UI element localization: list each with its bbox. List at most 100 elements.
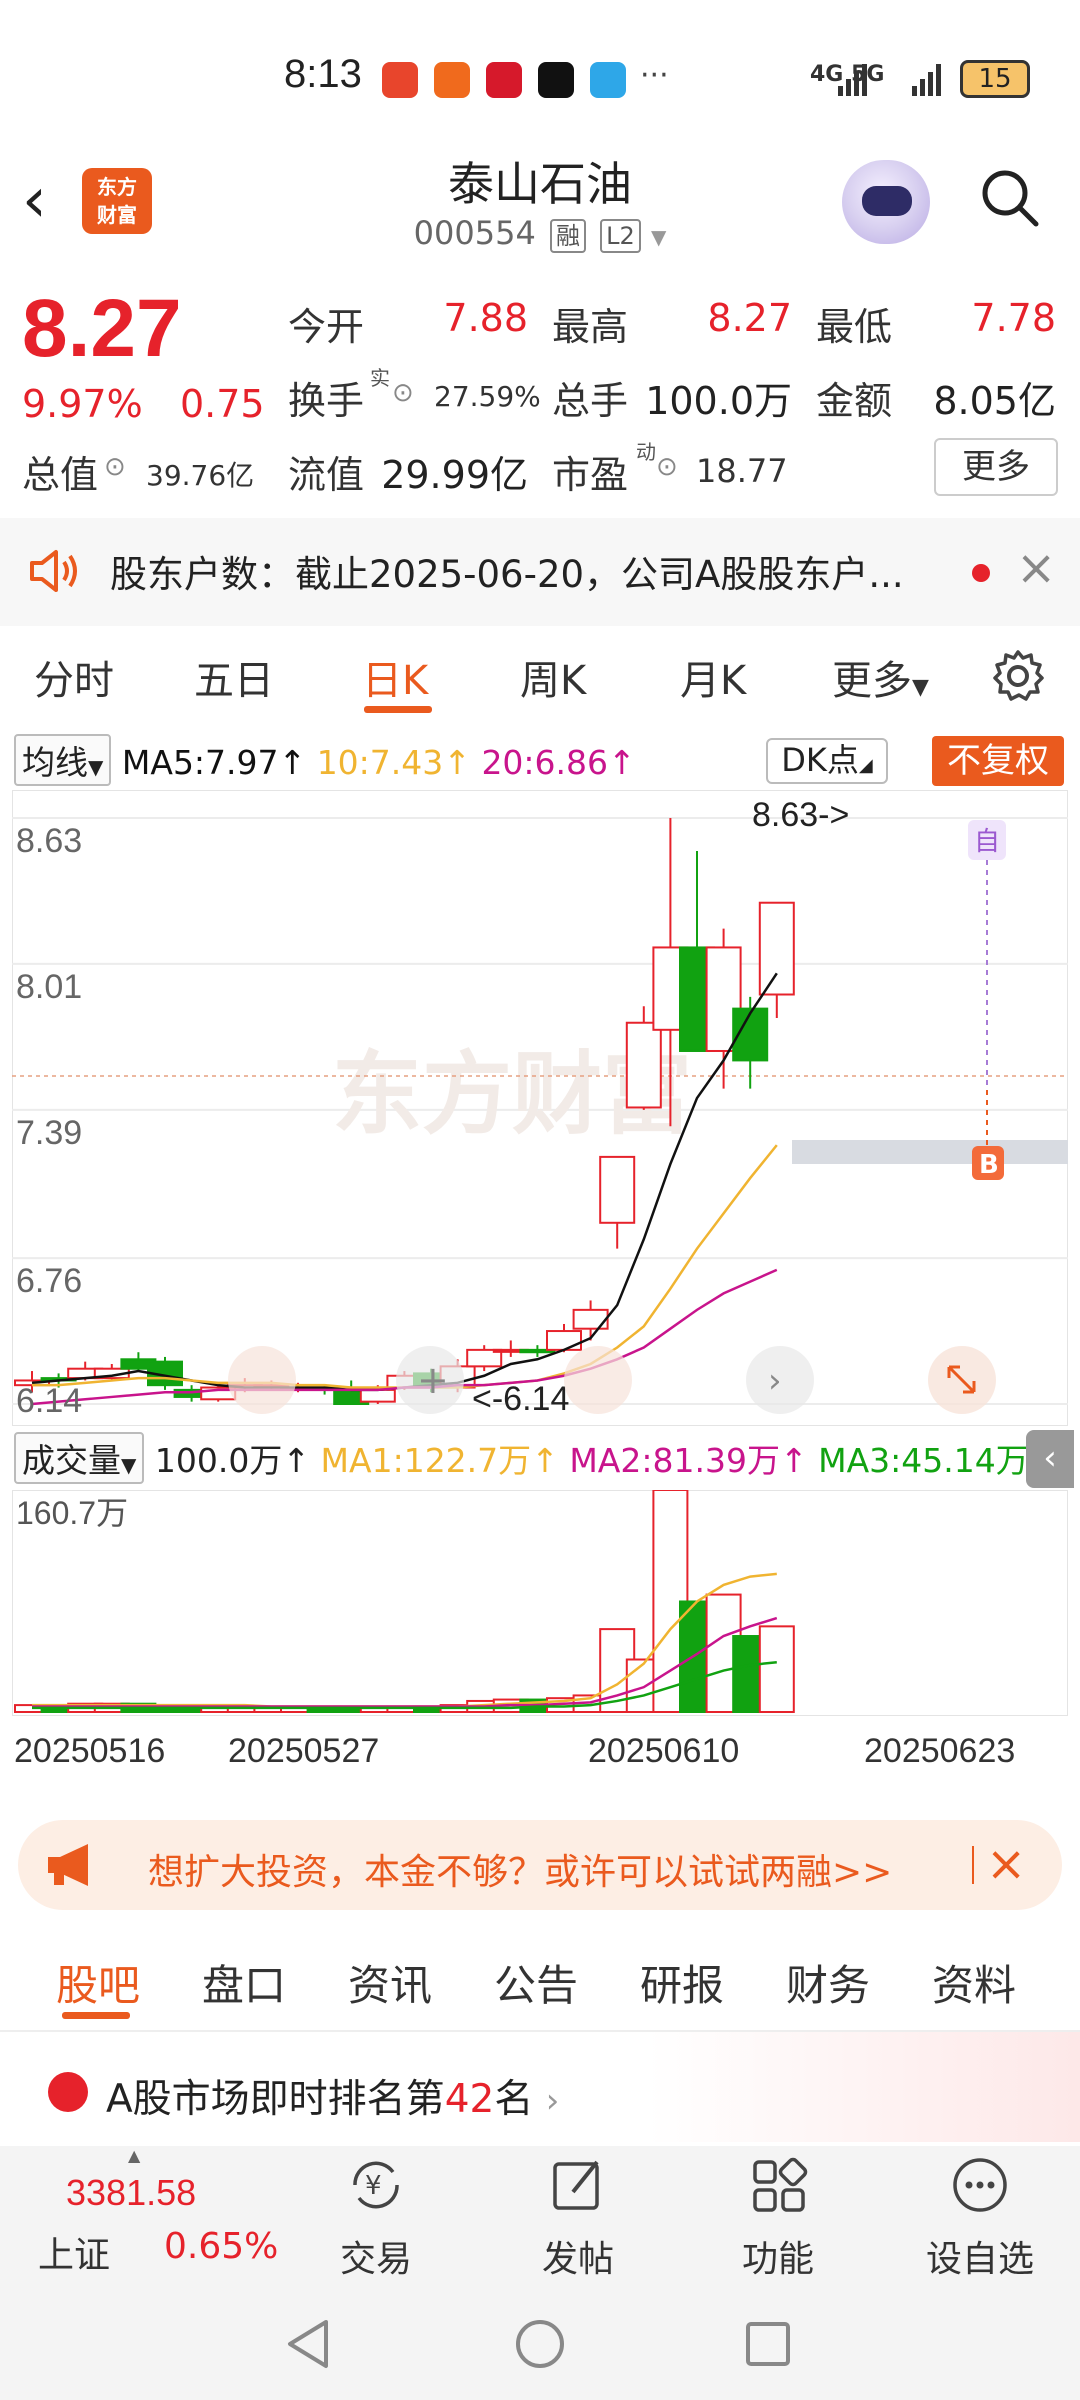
dk-point-button[interactable]: DK点◢ xyxy=(766,738,888,784)
vol-ma3-legend: MA3:45.14万 xyxy=(818,1441,1029,1480)
rank-prefix: A股市场即时排名第 xyxy=(106,2077,445,2122)
notification-app-icon xyxy=(590,62,626,98)
signal-bars-icon xyxy=(912,64,941,96)
margin-tag: 融 xyxy=(549,219,586,253)
speaker-icon xyxy=(30,550,77,592)
robot-icon xyxy=(862,186,912,216)
add-watchlist-label: 设自选 xyxy=(925,2239,1034,2280)
volume-chart[interactable]: 160.7万 xyxy=(12,1490,1068,1716)
trade-button[interactable]: ¥ 交易 xyxy=(306,2154,446,2282)
tab-more[interactable]: 更多▼ xyxy=(832,648,929,706)
change-value: 0.75 xyxy=(180,382,265,426)
gear-icon[interactable] xyxy=(990,648,1046,704)
amount-value: 8.05亿 xyxy=(933,379,1056,423)
open-value: 7.88 xyxy=(443,296,528,340)
level2-tag[interactable]: L2 xyxy=(600,219,641,253)
expand-up-icon[interactable]: ▲ xyxy=(128,2146,140,2165)
rank-text[interactable]: A股市场即时排名第42名 › xyxy=(106,2068,559,2124)
info-icon[interactable]: ⊙ xyxy=(656,452,678,482)
tab-daily-k[interactable]: 日K xyxy=(362,648,428,706)
notice-text[interactable]: 股东户数：截止2025-06-20，公司A股股东户... xyxy=(110,544,930,598)
tab-announcements[interactable]: 公告 xyxy=(494,1952,578,2013)
promo-text[interactable]: 想扩大投资，本金不够？或许可以试试两融>> xyxy=(148,1843,892,1895)
ma-type-select[interactable]: 均线▼ xyxy=(14,734,112,786)
close-icon[interactable]: × xyxy=(986,1836,1026,1892)
svg-text:¥: ¥ xyxy=(365,2171,382,2201)
info-icon[interactable]: ⊙ xyxy=(392,378,414,408)
more-dots-icon xyxy=(953,2158,1007,2212)
up-arrow-icon: ↑ xyxy=(779,1441,808,1480)
min-price-label: <-6.14 xyxy=(472,1380,569,1418)
adjustment-button[interactable]: 不复权 xyxy=(932,736,1064,786)
ma20-legend: 20:6.86 xyxy=(481,743,609,782)
zoom-out-button[interactable] xyxy=(564,1346,632,1414)
high-label: 最高 xyxy=(552,305,629,349)
pe-value: 18.77 xyxy=(696,452,788,490)
kline-chart[interactable]: 东方财富 8.638.017.396.766.14 8.63-> <-6.14 … xyxy=(12,790,1068,1426)
promo-divider xyxy=(972,1846,974,1884)
tab-five-day[interactable]: 五日 xyxy=(194,648,274,706)
up-arrow-icon: ↑ xyxy=(443,743,471,782)
indicator-select[interactable]: 成交量▼ xyxy=(14,1432,145,1484)
chevron-down-icon: ▼ xyxy=(912,675,929,700)
ma-type-label: 均线 xyxy=(22,743,88,782)
more-notifications-icon: ··· xyxy=(640,58,669,93)
notification-app-icon xyxy=(382,62,418,98)
tab-financials[interactable]: 财务 xyxy=(786,1952,870,2013)
ma5-line xyxy=(31,972,778,1392)
chevron-down-icon[interactable]: ▼ xyxy=(651,225,666,249)
tab-order-book[interactable]: 盘口 xyxy=(202,1952,286,2013)
tab-forum[interactable]: 股吧 xyxy=(56,1952,140,2013)
nav-recents-icon[interactable] xyxy=(744,2320,792,2368)
tab-news[interactable]: 资讯 xyxy=(348,1952,432,2013)
index-change-percent[interactable]: 0.65% xyxy=(164,2226,278,2267)
functions-button[interactable]: 功能 xyxy=(708,2154,848,2282)
add-watchlist-button[interactable]: 设自选 xyxy=(910,2154,1050,2282)
market-cap-value: 39.76亿 xyxy=(146,459,255,492)
tab-weekly-k[interactable]: 周K xyxy=(520,648,586,706)
y-tick-label: 8.01 xyxy=(16,968,82,1006)
index-name[interactable]: 上证 xyxy=(38,2226,110,2278)
tab-intraday[interactable]: 分时 xyxy=(34,648,114,706)
tab-research[interactable]: 研报 xyxy=(640,1952,724,2013)
search-icon[interactable] xyxy=(978,166,1042,230)
nav-home-icon[interactable] xyxy=(514,2318,566,2370)
turnover-value: 27.59% xyxy=(434,380,541,413)
buy-marker-text: B xyxy=(979,1150,999,1180)
ma5-legend: MA5:7.97 xyxy=(121,743,279,782)
close-icon[interactable]: × xyxy=(1016,540,1056,596)
scroll-left-button[interactable] xyxy=(228,1346,296,1414)
more-quote-button[interactable]: 更多 xyxy=(934,438,1058,496)
stock-code: 000554 xyxy=(413,214,536,252)
turnover-label: 换手 xyxy=(288,379,365,423)
low-label: 最低 xyxy=(816,305,893,349)
volume-legend-row: 成交量▼ 100.0万↑ MA1:122.7万↑ MA2:81.39万↑ MA3… xyxy=(14,1432,1056,1484)
amount-label: 金额 xyxy=(816,379,893,423)
post-button[interactable]: 发帖 xyxy=(508,2154,648,2282)
y-tick-label: 8.63 xyxy=(16,822,82,860)
volume-frame xyxy=(12,1490,1068,1716)
collapse-panel-button[interactable]: ‹ xyxy=(1026,1430,1074,1488)
volume-value: 100.0万 xyxy=(645,379,792,423)
volume-bars xyxy=(14,1490,795,1714)
index-value[interactable]: 3381.58 xyxy=(66,2172,196,2214)
candle-body xyxy=(546,1330,582,1351)
bar-chart-icon xyxy=(48,2072,88,2112)
ma-legend-row: 均线▼ MA5:7.97↑ 10:7.43↑ 20:6.86↑ xyxy=(14,734,636,786)
pe-label: 市盈 xyxy=(552,453,629,497)
up-arrow-icon: ↑ xyxy=(531,1441,559,1480)
self-marker-text: 自 xyxy=(974,827,1000,857)
tab-profile[interactable]: 资料 xyxy=(932,1952,1016,2013)
tab-monthly-k[interactable]: 月K xyxy=(680,648,746,706)
buy-zone-band xyxy=(792,1140,1068,1164)
vol-ma2-legend: MA2:81.39万 xyxy=(569,1441,780,1480)
edit-icon xyxy=(553,2160,599,2210)
candle-body xyxy=(599,1155,636,1224)
rank-number: 42 xyxy=(444,2077,495,2122)
unread-dot xyxy=(972,564,990,582)
nav-back-icon[interactable] xyxy=(284,2318,334,2370)
candle-body xyxy=(359,1388,396,1403)
status-clock: 8:13 xyxy=(284,52,362,96)
volume-bar xyxy=(758,1625,795,1713)
info-icon[interactable]: ⊙ xyxy=(104,452,126,482)
